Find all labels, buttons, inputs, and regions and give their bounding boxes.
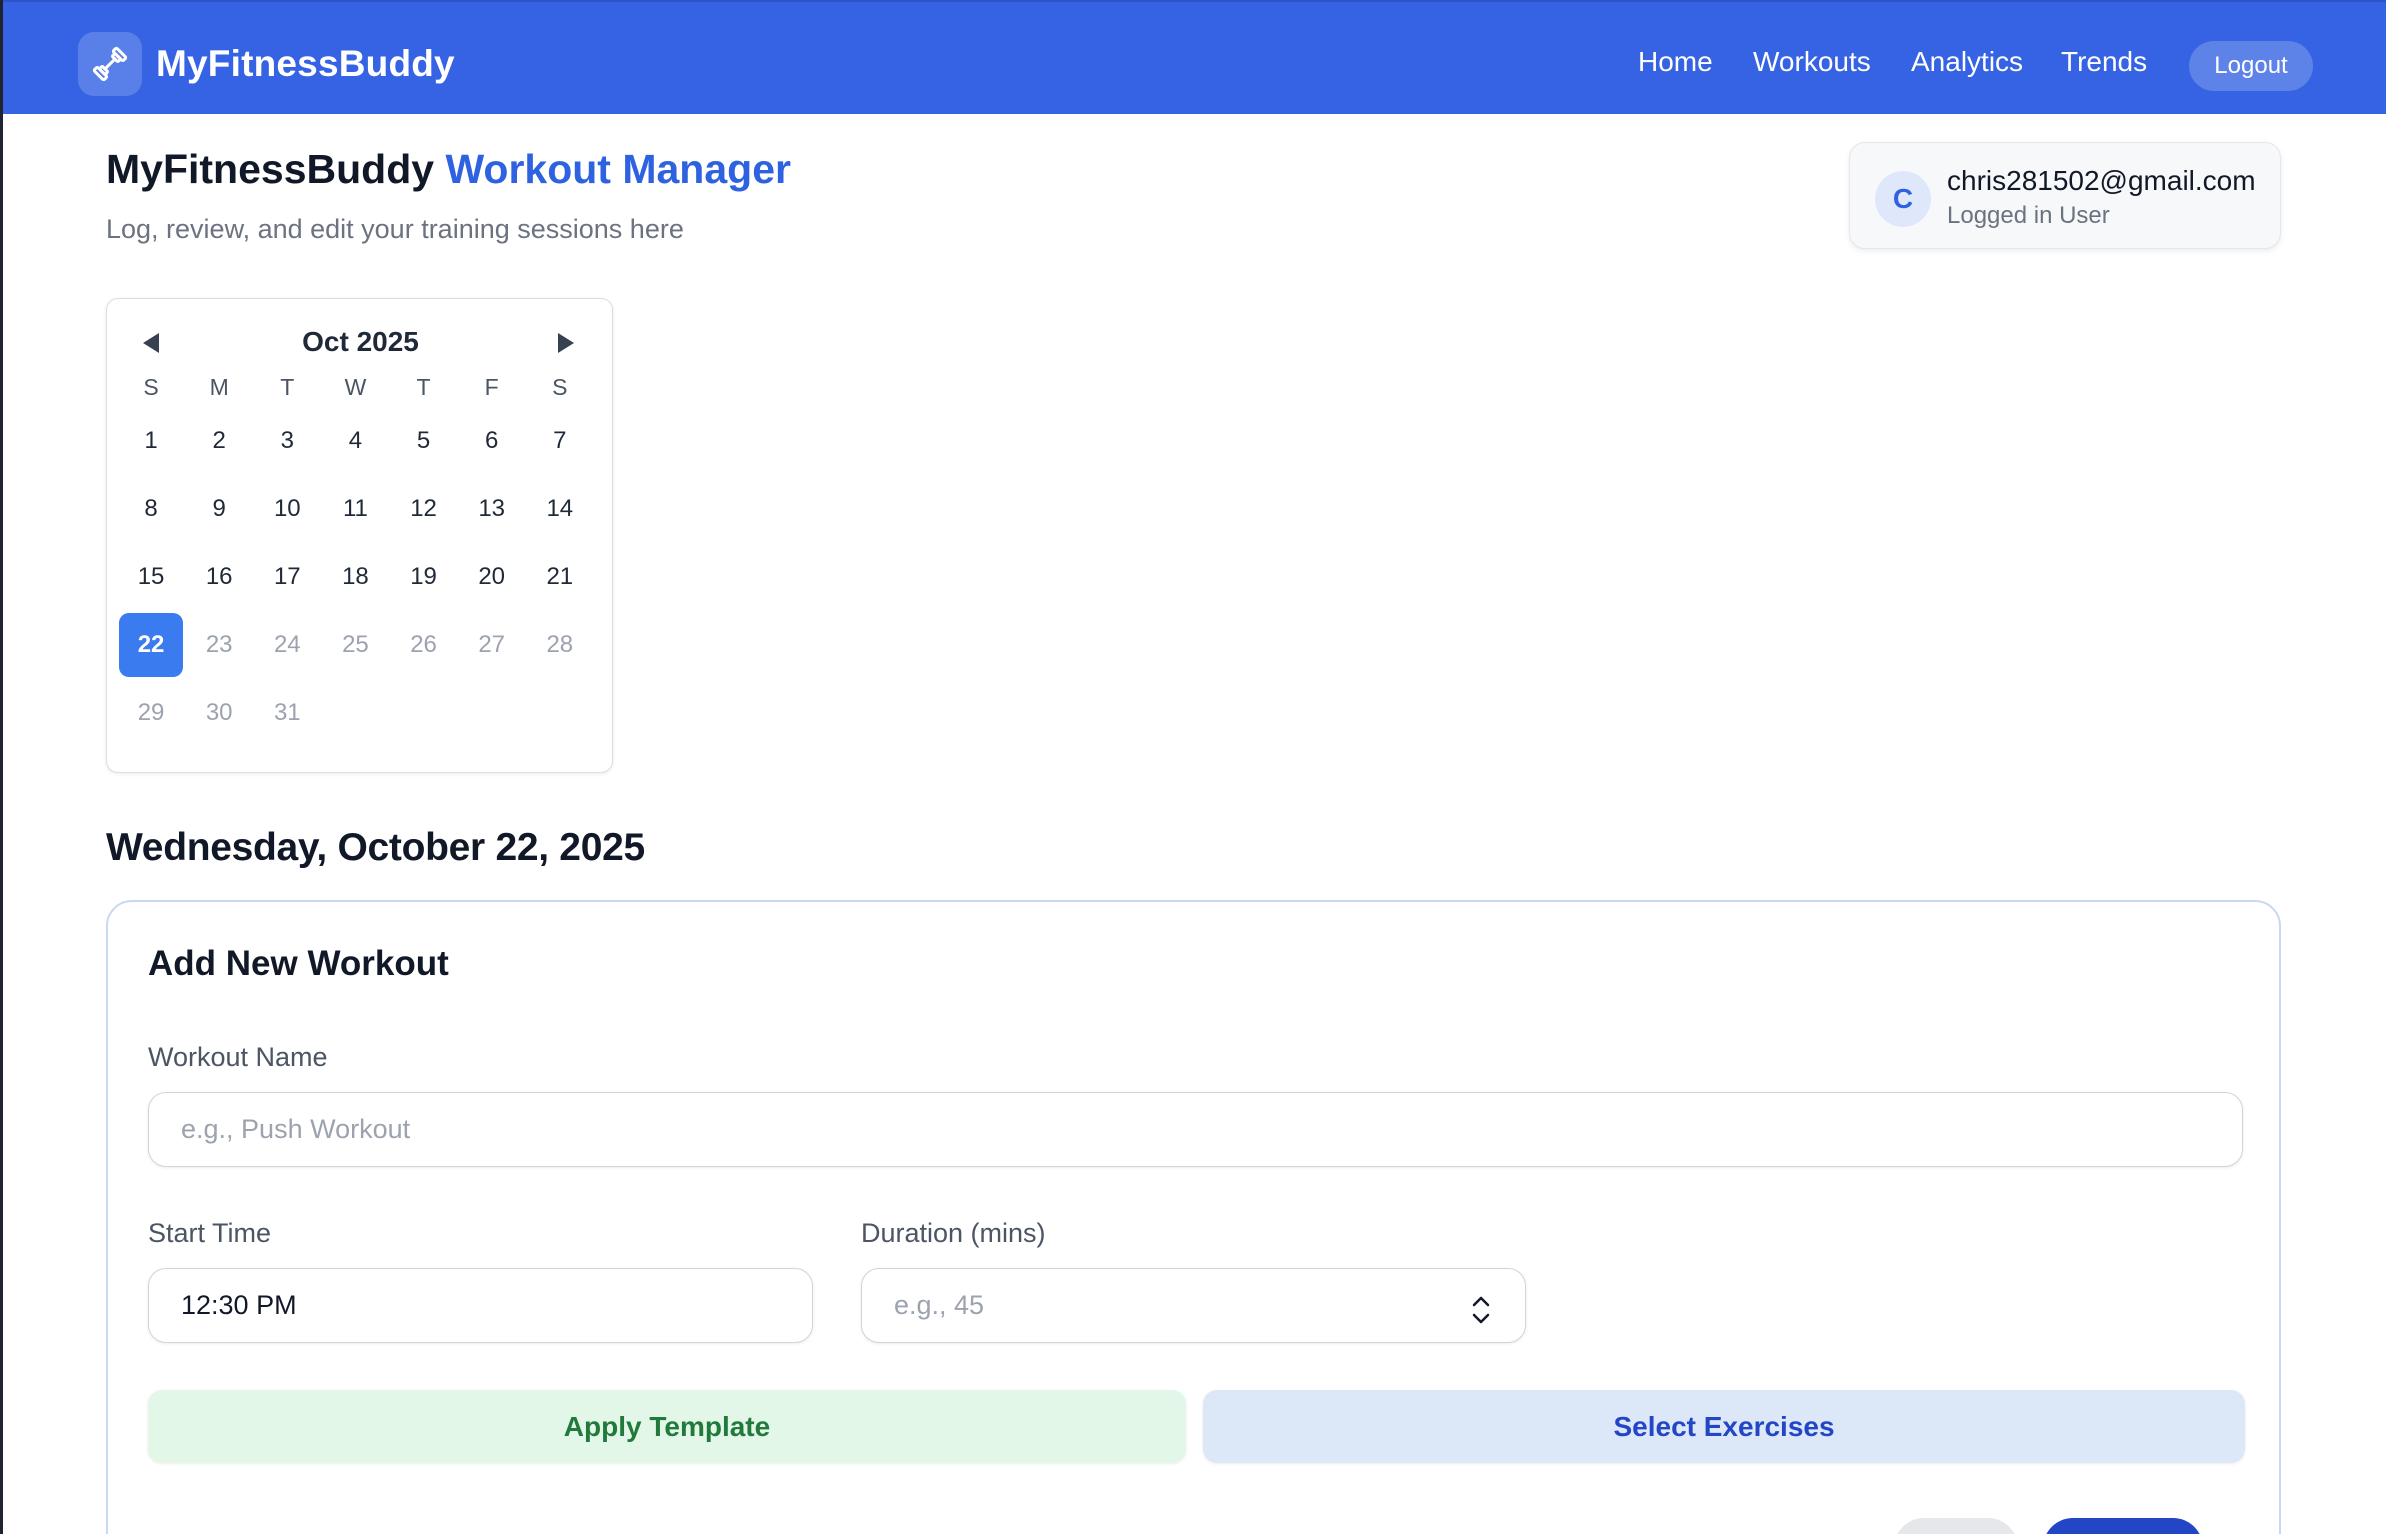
selected-date-heading: Wednesday, October 22, 2025 <box>106 826 645 869</box>
calendar-day-selected[interactable]: 22 <box>117 611 185 679</box>
calendar-grid: S M T W T F S 1 2 3 4 5 6 7 8 9 10 11 12… <box>117 367 594 747</box>
calendar-day[interactable]: 3 <box>253 407 321 475</box>
calendar-week: 29 30 31 <box>117 679 594 747</box>
calendar-empty-cell <box>390 679 458 747</box>
duration-input[interactable] <box>861 1268 1526 1343</box>
calendar-day[interactable]: 27 <box>458 611 526 679</box>
caret-right-icon <box>558 333 574 353</box>
stepper-arrows-icon <box>1472 1296 1490 1324</box>
calendar-day[interactable]: 19 <box>390 543 458 611</box>
add-workout-form: Add New Workout Workout Name Start Time … <box>106 900 2281 1534</box>
page-subtitle: Log, review, and edit your training sess… <box>106 214 684 244</box>
weekday-label: T <box>280 373 295 400</box>
brand[interactable]: MyFitnessBuddy <box>78 32 455 96</box>
calendar-day[interactable]: 16 <box>185 543 253 611</box>
calendar-week: 15 16 17 18 19 20 21 <box>117 543 594 611</box>
user-email: chris281502@gmail.com <box>1947 165 2256 196</box>
dumbbell-icon <box>78 32 142 96</box>
window-edge <box>0 0 3 1534</box>
calendar-empty-cell <box>458 679 526 747</box>
nav-workouts[interactable]: Workouts <box>1753 46 1871 78</box>
calendar-day[interactable]: 21 <box>526 543 594 611</box>
weekday-label: F <box>484 373 499 400</box>
calendar-day[interactable]: 20 <box>458 543 526 611</box>
calendar-day[interactable]: 30 <box>185 679 253 747</box>
calendar-week: 1 2 3 4 5 6 7 <box>117 407 594 475</box>
calendar-day[interactable]: 11 <box>321 475 389 543</box>
weekday-label: M <box>209 373 229 400</box>
calendar-day[interactable]: 13 <box>458 475 526 543</box>
calendar-day[interactable]: 28 <box>526 611 594 679</box>
start-time-label: Start Time <box>148 1218 272 1248</box>
calendar-day[interactable]: 9 <box>185 475 253 543</box>
logout-button[interactable]: Logout <box>2189 41 2313 91</box>
form-title: Add New Workout <box>148 944 449 983</box>
calendar-month-label: Oct 2025 <box>302 326 419 357</box>
selected-day-number: 22 <box>119 613 184 677</box>
calendar-day[interactable]: 8 <box>117 475 185 543</box>
calendar-empty-cell <box>321 679 389 747</box>
cancel-button[interactable] <box>1894 1518 2018 1534</box>
calendar-day[interactable]: 24 <box>253 611 321 679</box>
nav-trends[interactable]: Trends <box>2061 46 2147 78</box>
start-time-input[interactable] <box>148 1268 813 1343</box>
calendar-day[interactable]: 2 <box>185 407 253 475</box>
nav-home[interactable]: Home <box>1638 46 1713 78</box>
calendar-day[interactable]: 6 <box>458 407 526 475</box>
weekday-label: W <box>344 373 367 400</box>
calendar-day[interactable]: 29 <box>117 679 185 747</box>
workout-name-input[interactable] <box>148 1092 2243 1167</box>
brand-name: MyFitnessBuddy <box>156 43 455 84</box>
calendar-day[interactable]: 26 <box>390 611 458 679</box>
calendar-day[interactable]: 18 <box>321 543 389 611</box>
calendar-day[interactable]: 15 <box>117 543 185 611</box>
calendar-day[interactable]: 5 <box>390 407 458 475</box>
workout-name-label: Workout Name <box>148 1042 328 1072</box>
weekday-label: T <box>416 373 431 400</box>
avatar: C <box>1875 171 1931 227</box>
calendar: Oct 2025 S M T W T F S 1 2 3 4 5 6 7 8 9… <box>106 298 613 773</box>
page-title: MyFitnessBuddy Workout Manager <box>106 146 791 193</box>
weekday-label: S <box>552 373 568 400</box>
calendar-weekday-row: S M T W T F S <box>117 367 594 407</box>
user-card: C chris281502@gmail.com Logged in User <box>1849 142 2281 249</box>
user-role: Logged in User <box>1947 202 2110 229</box>
calendar-day[interactable]: 12 <box>390 475 458 543</box>
calendar-next-button[interactable] <box>552 329 580 357</box>
save-button[interactable] <box>2043 1518 2203 1534</box>
calendar-day[interactable]: 14 <box>526 475 594 543</box>
calendar-day[interactable]: 23 <box>185 611 253 679</box>
calendar-day[interactable]: 1 <box>117 407 185 475</box>
nav-analytics[interactable]: Analytics <box>1911 46 2023 78</box>
page-title-accent: Workout Manager <box>445 146 791 192</box>
calendar-empty-cell <box>526 679 594 747</box>
calendar-week: 22 23 24 25 26 27 28 <box>117 611 594 679</box>
calendar-day[interactable]: 10 <box>253 475 321 543</box>
select-exercises-button[interactable]: Select Exercises <box>1203 1390 2245 1463</box>
calendar-day[interactable]: 4 <box>321 407 389 475</box>
page-title-main: MyFitnessBuddy <box>106 146 435 192</box>
duration-label: Duration (mins) <box>861 1218 1046 1248</box>
calendar-week: 8 9 10 11 12 13 14 <box>117 475 594 543</box>
top-navbar: MyFitnessBuddy Home Workouts Analytics T… <box>3 0 2386 114</box>
calendar-day[interactable]: 31 <box>253 679 321 747</box>
calendar-day[interactable]: 17 <box>253 543 321 611</box>
weekday-label: S <box>143 373 159 400</box>
calendar-day[interactable]: 7 <box>526 407 594 475</box>
apply-template-button[interactable]: Apply Template <box>148 1390 1186 1463</box>
calendar-day[interactable]: 25 <box>321 611 389 679</box>
duration-stepper[interactable] <box>1470 1290 1492 1330</box>
